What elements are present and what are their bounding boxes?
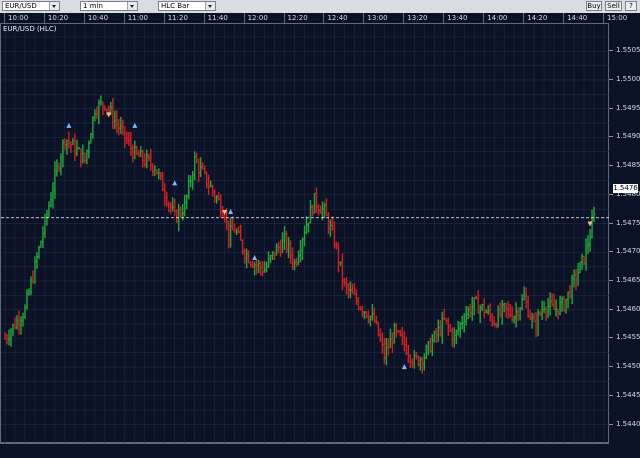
price-label: 1.5500 [616, 74, 640, 83]
time-label: 10:00 [8, 14, 29, 22]
interval-select-value: 1 min [83, 2, 103, 10]
chart-symbol-label: EUR/USD (HLC) [3, 25, 57, 33]
price-tick [609, 50, 613, 52]
price-tick [609, 251, 613, 253]
time-label: 14:00 [487, 14, 508, 22]
time-label: 13:40 [447, 14, 468, 22]
price-tick [609, 279, 613, 281]
signal-marker-up [228, 209, 234, 215]
time-tick [523, 13, 525, 23]
price-tick [609, 222, 613, 224]
price-label: 1.5470 [616, 247, 640, 256]
price-tick [609, 136, 613, 138]
time-tick [323, 13, 325, 23]
time-label: 14:40 [567, 14, 588, 22]
price-label: 1.5455 [616, 333, 640, 342]
interval-select[interactable]: 1 min [80, 1, 138, 11]
price-label: 1.5485 [616, 161, 640, 170]
time-label: 10:40 [87, 14, 109, 22]
price-label: 1.5495 [616, 103, 640, 112]
price-tick [609, 78, 613, 80]
time-label: 14:20 [527, 14, 548, 22]
price-tick [609, 394, 613, 396]
signal-marker-up [132, 122, 138, 128]
time-tick [403, 13, 405, 23]
time-tick [203, 13, 205, 23]
price-label: 1.5465 [616, 275, 640, 284]
time-tick [563, 13, 565, 23]
time-label: 15:00 [607, 14, 628, 22]
time-tick [4, 13, 5, 23]
sell-button[interactable]: Sell [605, 1, 622, 11]
chevron-down-icon[interactable] [205, 2, 215, 10]
price-label: 1.5490 [616, 132, 640, 141]
price-label: 1.5475 [616, 218, 640, 227]
price-tick [609, 107, 613, 109]
price-label: 1.5460 [616, 304, 640, 313]
symbol-select[interactable]: EUR/USD [2, 1, 60, 11]
time-label: 12:20 [287, 14, 308, 22]
price-tick [609, 193, 613, 195]
price-tick [609, 308, 613, 310]
last-price-badge: 1.5476 [613, 184, 638, 193]
time-tick [243, 13, 245, 23]
symbol-select-value: EUR/USD [5, 2, 37, 10]
time-tick [483, 13, 485, 23]
signal-marker-up [66, 122, 72, 128]
signal-marker-up [401, 364, 407, 370]
help-button[interactable]: ? [625, 1, 637, 11]
time-label: 11:00 [127, 14, 148, 22]
buy-button[interactable]: Buy [586, 1, 602, 11]
price-label: 1.5450 [616, 362, 640, 371]
time-tick [443, 13, 445, 23]
time-tick [603, 13, 604, 23]
time-tick [43, 13, 45, 23]
price-tick [609, 337, 613, 339]
time-tick [123, 13, 125, 23]
time-label: 12:00 [247, 14, 268, 22]
time-axis: 10:00 10:20 10:40 11:00 11:20 11:40 12:00 12:20… [0, 13, 640, 23]
chevron-down-icon[interactable] [127, 2, 137, 10]
signal-marker-up [172, 180, 178, 186]
time-label: 11:20 [167, 14, 188, 22]
price-tick [609, 366, 613, 368]
price-label: 1.5505 [616, 46, 640, 55]
chart-bottom-strip [0, 443, 609, 458]
time-tick [163, 13, 165, 23]
time-tick [283, 13, 285, 23]
chart-plot-area[interactable] [0, 23, 610, 444]
chevron-down-icon[interactable] [49, 2, 59, 10]
price-label: 1.5445 [616, 390, 640, 399]
price-tick [609, 165, 613, 167]
price-label: 1.5440 [616, 419, 640, 428]
price-tick [609, 423, 613, 425]
time-label: 11:40 [207, 14, 228, 22]
time-label: 13:00 [367, 14, 388, 22]
chart-toolbar: EUR/USD 1 min HLC Bar Buy Sell ? [0, 0, 640, 14]
price-axis: 1.5505 1.5500 1.5495 1.5490 1.5485 1.5480 1.54… [609, 23, 640, 458]
time-label: 13:20 [407, 14, 428, 22]
time-label: 12:40 [327, 14, 348, 22]
chart-type-select[interactable]: HLC Bar [158, 1, 216, 11]
chart-type-select-value: HLC Bar [161, 2, 190, 10]
time-tick [363, 13, 365, 23]
time-label: 10:20 [47, 14, 69, 22]
signal-marker-up [252, 254, 258, 260]
time-tick [83, 13, 85, 23]
price-chart[interactable] [1, 24, 610, 444]
